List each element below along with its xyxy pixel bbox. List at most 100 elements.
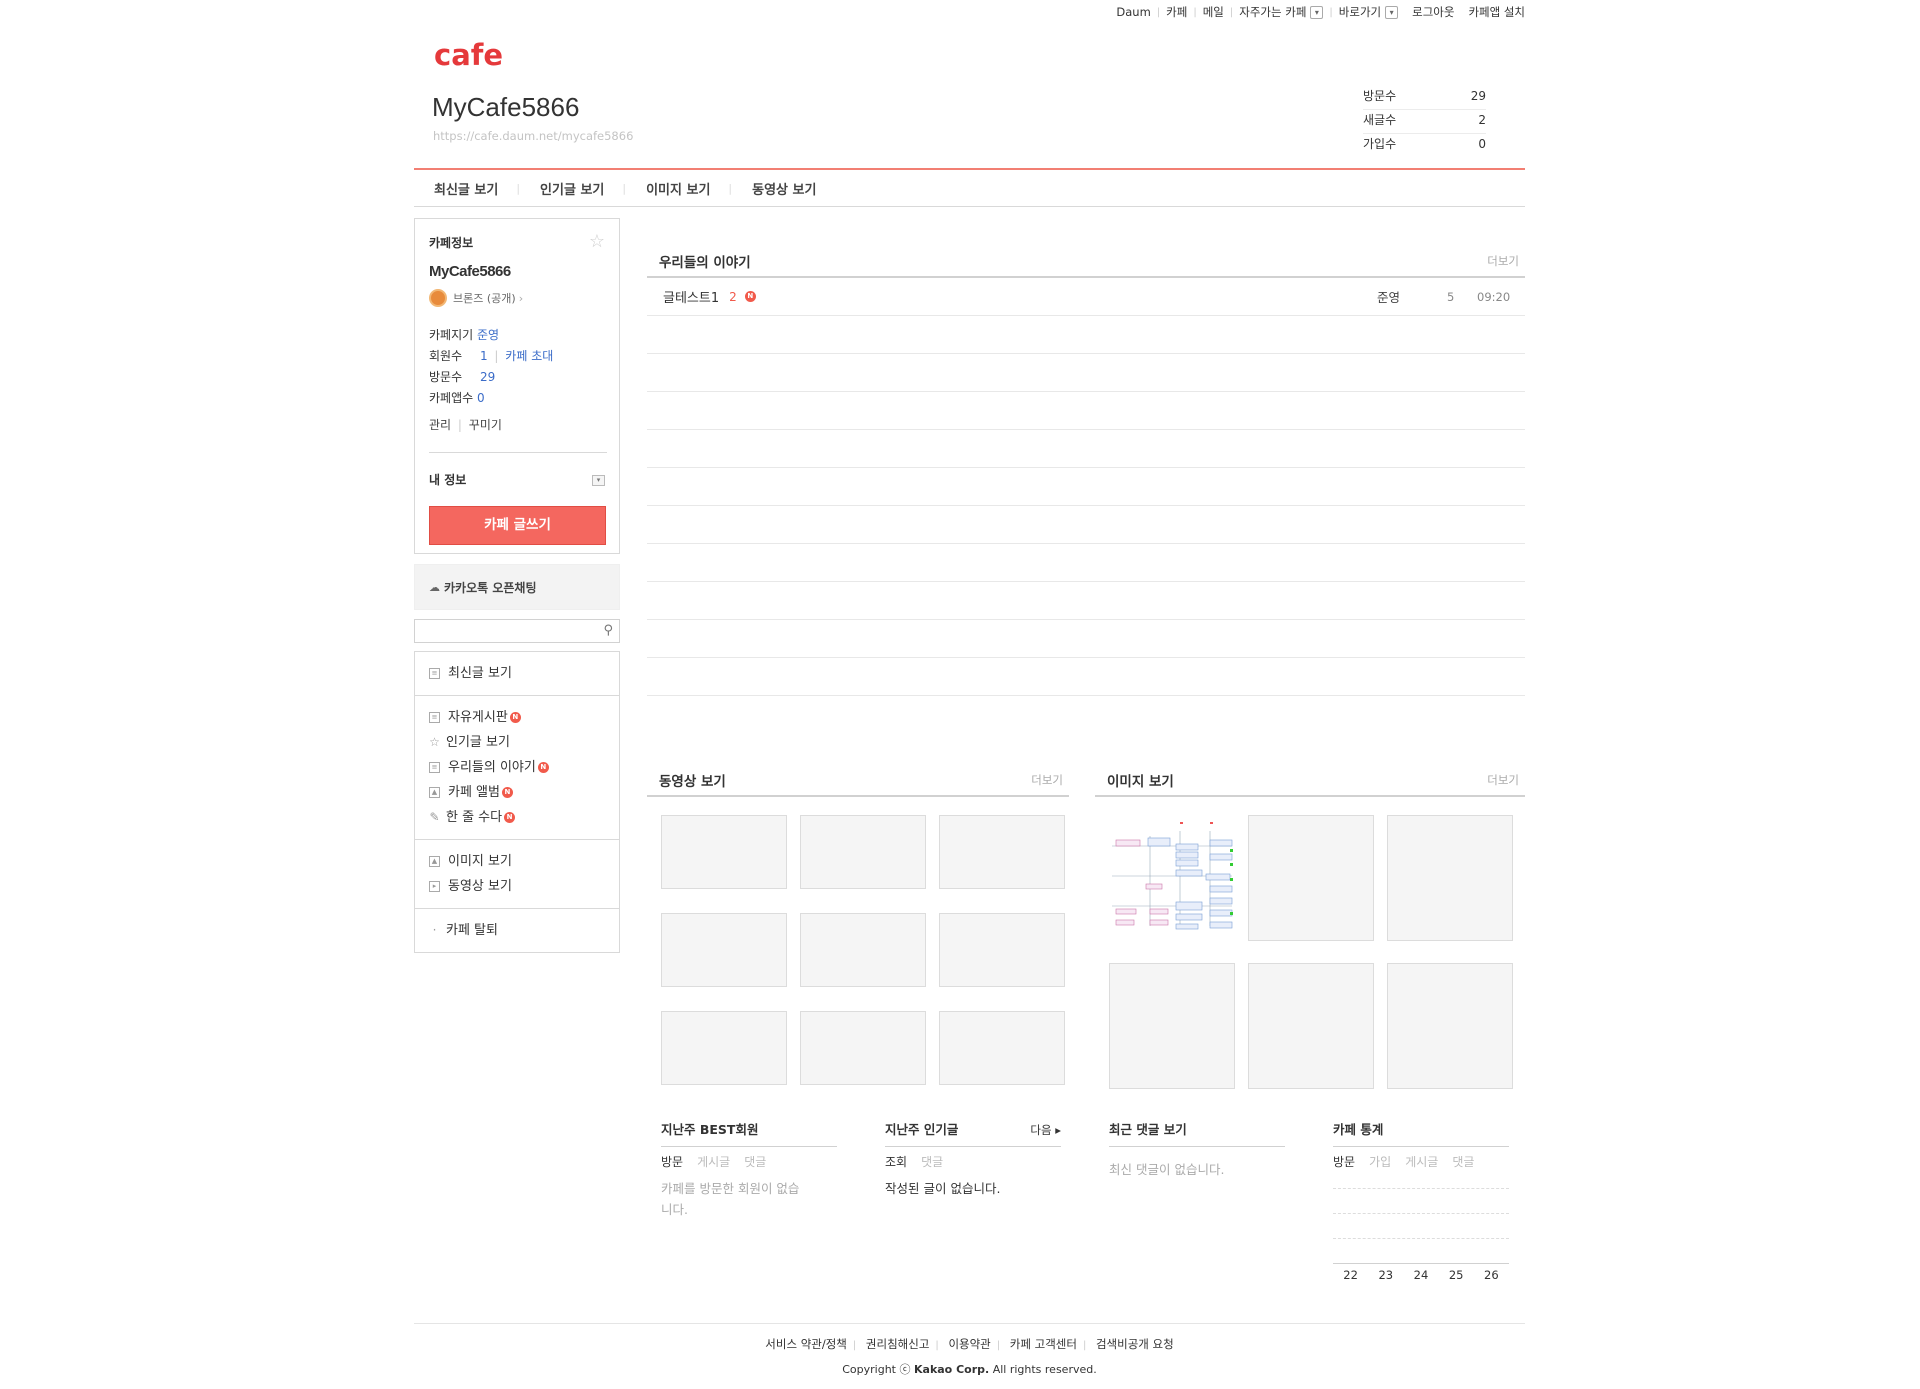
logout-link[interactable]: 로그아웃 [1412,4,1454,20]
chevron-down-icon[interactable]: ▾ [592,475,605,486]
owner-link[interactable]: 준영 [477,328,499,342]
cafe-title[interactable]: MyCafe5866 [432,92,579,123]
cafe-logo[interactable]: cafe [434,38,503,72]
image-icon: ▲ [429,856,440,867]
video-thumbnail[interactable] [661,1011,787,1085]
kakao-openchat-label: 카카오톡 오픈채팅 [444,580,537,595]
video-thumbnail[interactable] [661,913,787,987]
sidebar-menu-item[interactable]: ▲ 카페 앨범 N [415,780,619,805]
video-thumbnail[interactable] [939,1011,1065,1085]
cafe-level[interactable]: 브론즈 (공개) › [429,289,523,307]
footer-link[interactable]: 서비스 약관/정책 [765,1337,847,1351]
image-title[interactable]: 이미지 보기 [1107,770,1174,790]
video-title[interactable]: 동영상 보기 [659,770,726,790]
sidebar-menu-item[interactable]: ≡ 최신글 보기 [415,661,619,686]
util-mail-link[interactable]: 메일 [1203,4,1224,20]
nav-popular-posts[interactable]: 인기글 보기 [520,179,604,198]
chevron-down-icon[interactable]: ▾ [1385,5,1399,19]
my-info-label[interactable]: 내 정보 [429,471,466,488]
manage-link[interactable]: 관리 [429,418,451,432]
sidebar-menu-item[interactable]: ✎ 한 줄 수다 N [415,805,619,830]
video-thumbnail[interactable] [939,913,1065,987]
tab-views[interactable]: 조회 [885,1155,907,1169]
board-row[interactable]: 글테스트1 2 N 준영 5 09:20 [647,278,1525,316]
board-title[interactable]: 우리들의 이야기 [659,251,751,271]
util-daum-link[interactable]: Daum [1116,5,1150,19]
manage-links: 관리 | 꾸미기 [429,418,502,432]
image-thumbnail[interactable] [1109,963,1235,1089]
util-cafe-link[interactable]: 카페 [1166,4,1187,20]
sidebar-menu-item[interactable]: ▲ 이미지 보기 [415,849,619,874]
footer-link[interactable]: 권리침해신고 [866,1337,929,1351]
install-app-link[interactable]: 카페앱 설치 [1468,4,1525,20]
video-thumbnail[interactable] [800,913,926,987]
tab-comments[interactable]: 댓글 [921,1155,943,1169]
nav-images[interactable]: 이미지 보기 [626,179,710,198]
cafe-url: https://cafe.daum.net/mycafe5866 [433,129,634,143]
sidebar-menu-label: 카페 앨범 [448,785,500,800]
image-more-link[interactable]: 더보기 [1487,772,1519,788]
chevron-down-icon[interactable]: ▾ [1310,5,1324,19]
star-icon[interactable]: ☆ [589,231,605,252]
post-writer[interactable]: 준영 [1377,287,1447,306]
util-nav: Daum | 카페 | 메일 | 자주가는 카페 ▾ | 바로가기 ▾ 로그아웃 카페앱 설… [1116,4,1525,20]
util-favorite-cafe-link[interactable]: 자주가는 카페 [1239,4,1306,20]
sidebar-search[interactable]: ⚲ [414,619,620,643]
stat-label: 새글수 [1363,113,1397,127]
tab-posts[interactable]: 게시글 [1405,1155,1438,1169]
sidebar-menu-label: 카페 탈퇴 [446,923,498,938]
video-thumbnail[interactable] [800,815,926,889]
board-row [647,468,1525,506]
tab-posts[interactable]: 게시글 [697,1155,730,1169]
sidebar-menu-item[interactable]: ☆ 인기글 보기 [415,730,619,755]
image-thumbnail[interactable] [1248,815,1374,941]
image-thumbnail[interactable] [1387,815,1513,941]
best-members-empty: 카페를 방문한 회원이 없습니다. [661,1181,800,1217]
cafe-info-box: 카페정보 ☆ MyCafe5866 브론즈 (공개) › 카페지기 준영 회원수 … [414,218,620,554]
recent-comments-title[interactable]: 최근 댓글 보기 [1109,1120,1187,1146]
board-row [647,620,1525,658]
video-thumbnail[interactable] [800,1011,926,1085]
members-count: 1 [479,349,488,363]
image-thumbnail[interactable] [1109,815,1237,943]
invite-link[interactable]: 카페 초대 [505,349,553,363]
nav-videos[interactable]: 동영상 보기 [732,179,816,198]
video-thumbnail[interactable] [661,815,787,889]
sidebar-menu-item[interactable]: ≡ 자유게시판 N [415,705,619,730]
footer-link[interactable]: 검색비공개 요청 [1096,1337,1174,1351]
company-name[interactable]: Kakao Corp. [914,1363,989,1376]
sidebar-menu-label: 동영상 보기 [448,879,512,894]
sidebar-menu-item[interactable]: ▸ 동영상 보기 [415,874,619,899]
board-more-link[interactable]: 더보기 [1487,253,1519,269]
post-title[interactable]: 글테스트1 [663,287,719,306]
tab-comments[interactable]: 댓글 [744,1155,766,1169]
popular-next-button[interactable]: 다음 ▸ [1030,1120,1061,1146]
footer-link[interactable]: 이용약관 [948,1337,990,1351]
footer-link[interactable]: 카페 고객센터 [1010,1337,1077,1351]
util-shortcut-link[interactable]: 바로가기 [1339,4,1381,20]
image-thumbnail[interactable] [1248,963,1374,1089]
image-thumbnail[interactable] [1387,963,1513,1089]
tab-comments[interactable]: 댓글 [1452,1155,1474,1169]
tab-visit[interactable]: 방문 [1333,1155,1355,1169]
stat-label: 가입수 [1363,137,1397,151]
board-row [647,544,1525,582]
nav-recent-posts[interactable]: 최신글 보기 [414,179,498,198]
sidebar-menu-item[interactable]: ≡ 우리들의 이야기 N [415,755,619,780]
comment-count[interactable]: 2 [729,290,737,304]
best-members-widget: 지난주 BEST회원 방문 게시글 댓글 카페를 방문한 회원이 없습니다. [661,1120,837,1220]
video-more-link[interactable]: 더보기 [1031,772,1063,788]
sidebar-menu-item[interactable]: · 카페 탈퇴 [415,918,619,943]
sidebar-menu-label: 최신글 보기 [448,666,512,681]
diagram-thumbnail-image [1112,822,1233,930]
write-post-button[interactable]: 카페 글쓰기 [429,506,606,545]
video-thumbnail[interactable] [939,815,1065,889]
tab-visit[interactable]: 방문 [661,1155,683,1169]
day-label: 23 [1378,1268,1394,1282]
kakao-openchat-button[interactable]: ☁ 카카오톡 오픈채팅 [414,564,620,610]
tab-join[interactable]: 가입 [1369,1155,1391,1169]
stat-value: 29 [1470,89,1486,103]
decorate-link[interactable]: 꾸미기 [469,418,502,432]
search-icon[interactable]: ⚲ [603,623,613,638]
new-badge: N [501,787,513,798]
